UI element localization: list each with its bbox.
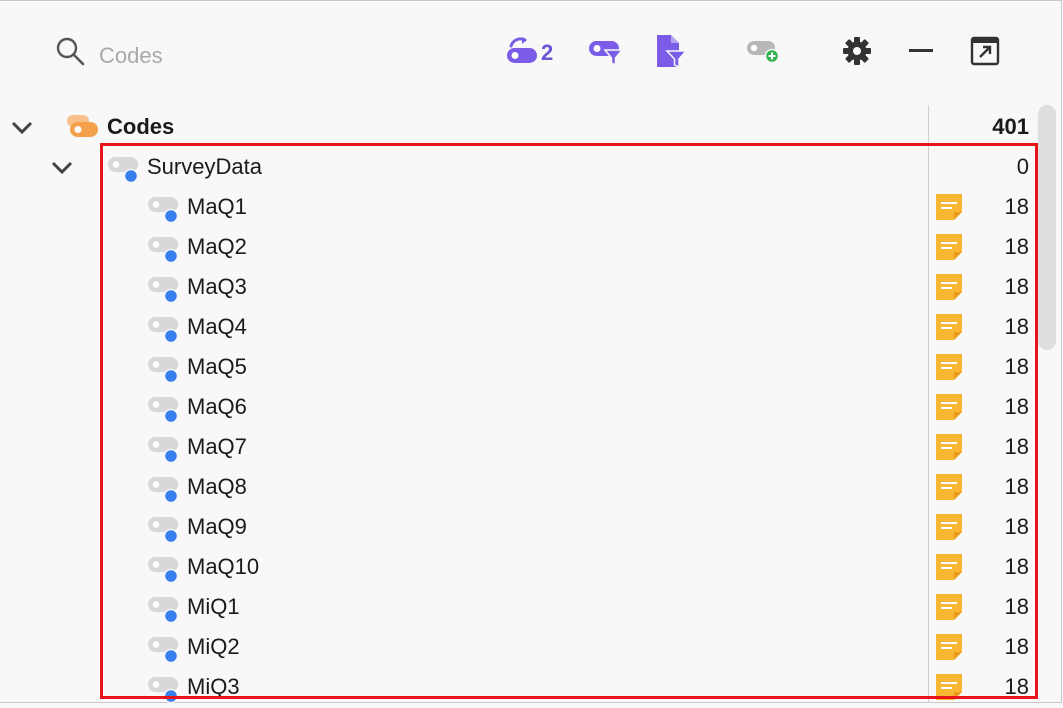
tree-row-item[interactable]: MaQ9 18 (0, 507, 1063, 547)
memo-icon[interactable] (935, 233, 963, 261)
code-icon (107, 155, 141, 188)
tree-item-label: MaQ1 (187, 194, 247, 219)
memo-icon[interactable] (935, 313, 963, 341)
scrollbar-thumb[interactable] (1038, 105, 1056, 350)
memo-icon[interactable] (935, 473, 963, 501)
tree-row-root[interactable]: Codes 401 (0, 107, 1063, 147)
code-icon (147, 515, 181, 548)
search-input[interactable] (97, 40, 321, 72)
new-code-button[interactable] (745, 34, 781, 72)
code-icon (147, 315, 181, 348)
tree-row-item[interactable]: MaQ8 18 (0, 467, 1063, 507)
minimize-button[interactable] (908, 34, 934, 72)
tree-item-count: 18 (1004, 274, 1029, 299)
code-system-icon (66, 112, 100, 145)
memo-icon[interactable] (935, 393, 963, 421)
tree-row-item[interactable]: MaQ5 18 (0, 347, 1063, 387)
code-icon (147, 675, 181, 708)
memo-icon[interactable] (935, 513, 963, 541)
tree-group-count: 0 (1016, 154, 1029, 179)
tree-item-count: 18 (1004, 634, 1029, 659)
tree-row-item[interactable]: MaQ2 18 (0, 227, 1063, 267)
tree-item-label: MaQ2 (187, 234, 247, 259)
tree-item-count: 18 (1004, 594, 1029, 619)
tree-item-label: MiQ1 (187, 594, 240, 619)
code-filter-button[interactable] (588, 34, 624, 72)
settings-button[interactable] (842, 34, 872, 72)
code-tree: Codes 401 SurveyData 0 MaQ1 18 MaQ2 18 M… (0, 105, 1063, 704)
tree-item-count: 18 (1004, 234, 1029, 259)
chevron-down-icon[interactable] (50, 157, 74, 177)
popout-button[interactable] (970, 34, 1000, 72)
code-icon (147, 435, 181, 468)
tree-item-count: 18 (1004, 554, 1029, 579)
tree-row-item[interactable]: MaQ3 18 (0, 267, 1063, 307)
gear-icon (842, 36, 872, 71)
tree-row-item[interactable]: MaQ7 18 (0, 427, 1063, 467)
tree-row-item[interactable]: MaQ6 18 (0, 387, 1063, 427)
minimize-icon (908, 36, 934, 71)
code-icon (147, 275, 181, 308)
tree-root-label: Codes (107, 114, 175, 139)
tree-item-count: 18 (1004, 354, 1029, 379)
code-icon (147, 595, 181, 628)
tree-item-count: 18 (1004, 514, 1029, 539)
tree-row-group[interactable]: SurveyData 0 (0, 147, 1063, 187)
tree-row-item[interactable]: MaQ4 18 (0, 307, 1063, 347)
code-sets-icon (505, 36, 539, 71)
tree-row-item[interactable]: MaQ10 18 (0, 547, 1063, 587)
document-filter-button[interactable] (655, 33, 688, 74)
tree-item-count: 18 (1004, 314, 1029, 339)
tree-row-item[interactable]: MiQ3 18 (0, 667, 1063, 707)
tree-item-count: 18 (1004, 394, 1029, 419)
code-icon (147, 195, 181, 228)
tree-item-label: MaQ4 (187, 314, 247, 339)
new-code-icon (745, 35, 781, 72)
memo-icon[interactable] (935, 193, 963, 221)
tree-item-label: MaQ8 (187, 474, 247, 499)
column-divider (928, 105, 929, 703)
code-icon (147, 635, 181, 668)
code-sets-count: 2 (541, 40, 554, 65)
memo-icon[interactable] (935, 433, 963, 461)
tree-item-label: MaQ3 (187, 274, 247, 299)
tree-item-label: MaQ9 (187, 514, 247, 539)
memo-icon[interactable] (935, 553, 963, 581)
popout-icon (970, 36, 1000, 71)
tree-item-label: MaQ7 (187, 434, 247, 459)
search-icon (55, 36, 85, 66)
tree-root-count: 401 (992, 114, 1029, 139)
tree-item-label: MiQ3 (187, 674, 240, 699)
memo-icon[interactable] (935, 273, 963, 301)
toolbar: 2 (0, 0, 1063, 105)
memo-icon[interactable] (935, 353, 963, 381)
code-icon (147, 235, 181, 268)
chevron-down-icon[interactable] (10, 117, 34, 137)
document-filter-icon (655, 33, 688, 74)
code-icon (147, 475, 181, 508)
tree-item-count: 18 (1004, 674, 1029, 699)
code-icon (147, 355, 181, 388)
code-icon (147, 395, 181, 428)
tree-item-label: MaQ5 (187, 354, 247, 379)
tree-item-label: MaQ10 (187, 554, 260, 579)
tree-item-count: 18 (1004, 194, 1029, 219)
memo-icon[interactable] (935, 593, 963, 621)
tree-row-item[interactable]: MaQ1 18 (0, 187, 1063, 227)
tree-item-count: 18 (1004, 434, 1029, 459)
tree-item-count: 18 (1004, 474, 1029, 499)
memo-icon[interactable] (935, 673, 963, 701)
code-sets-button[interactable]: 2 (505, 34, 553, 72)
tree-row-item[interactable]: MiQ1 18 (0, 587, 1063, 627)
tree-row-item[interactable]: MiQ2 18 (0, 627, 1063, 667)
memo-icon[interactable] (935, 633, 963, 661)
tree-group-label: SurveyData (147, 154, 262, 179)
tree-item-label: MaQ6 (187, 394, 247, 419)
code-filter-icon (588, 35, 624, 72)
tree-item-label: MiQ2 (187, 634, 240, 659)
code-icon (147, 555, 181, 588)
